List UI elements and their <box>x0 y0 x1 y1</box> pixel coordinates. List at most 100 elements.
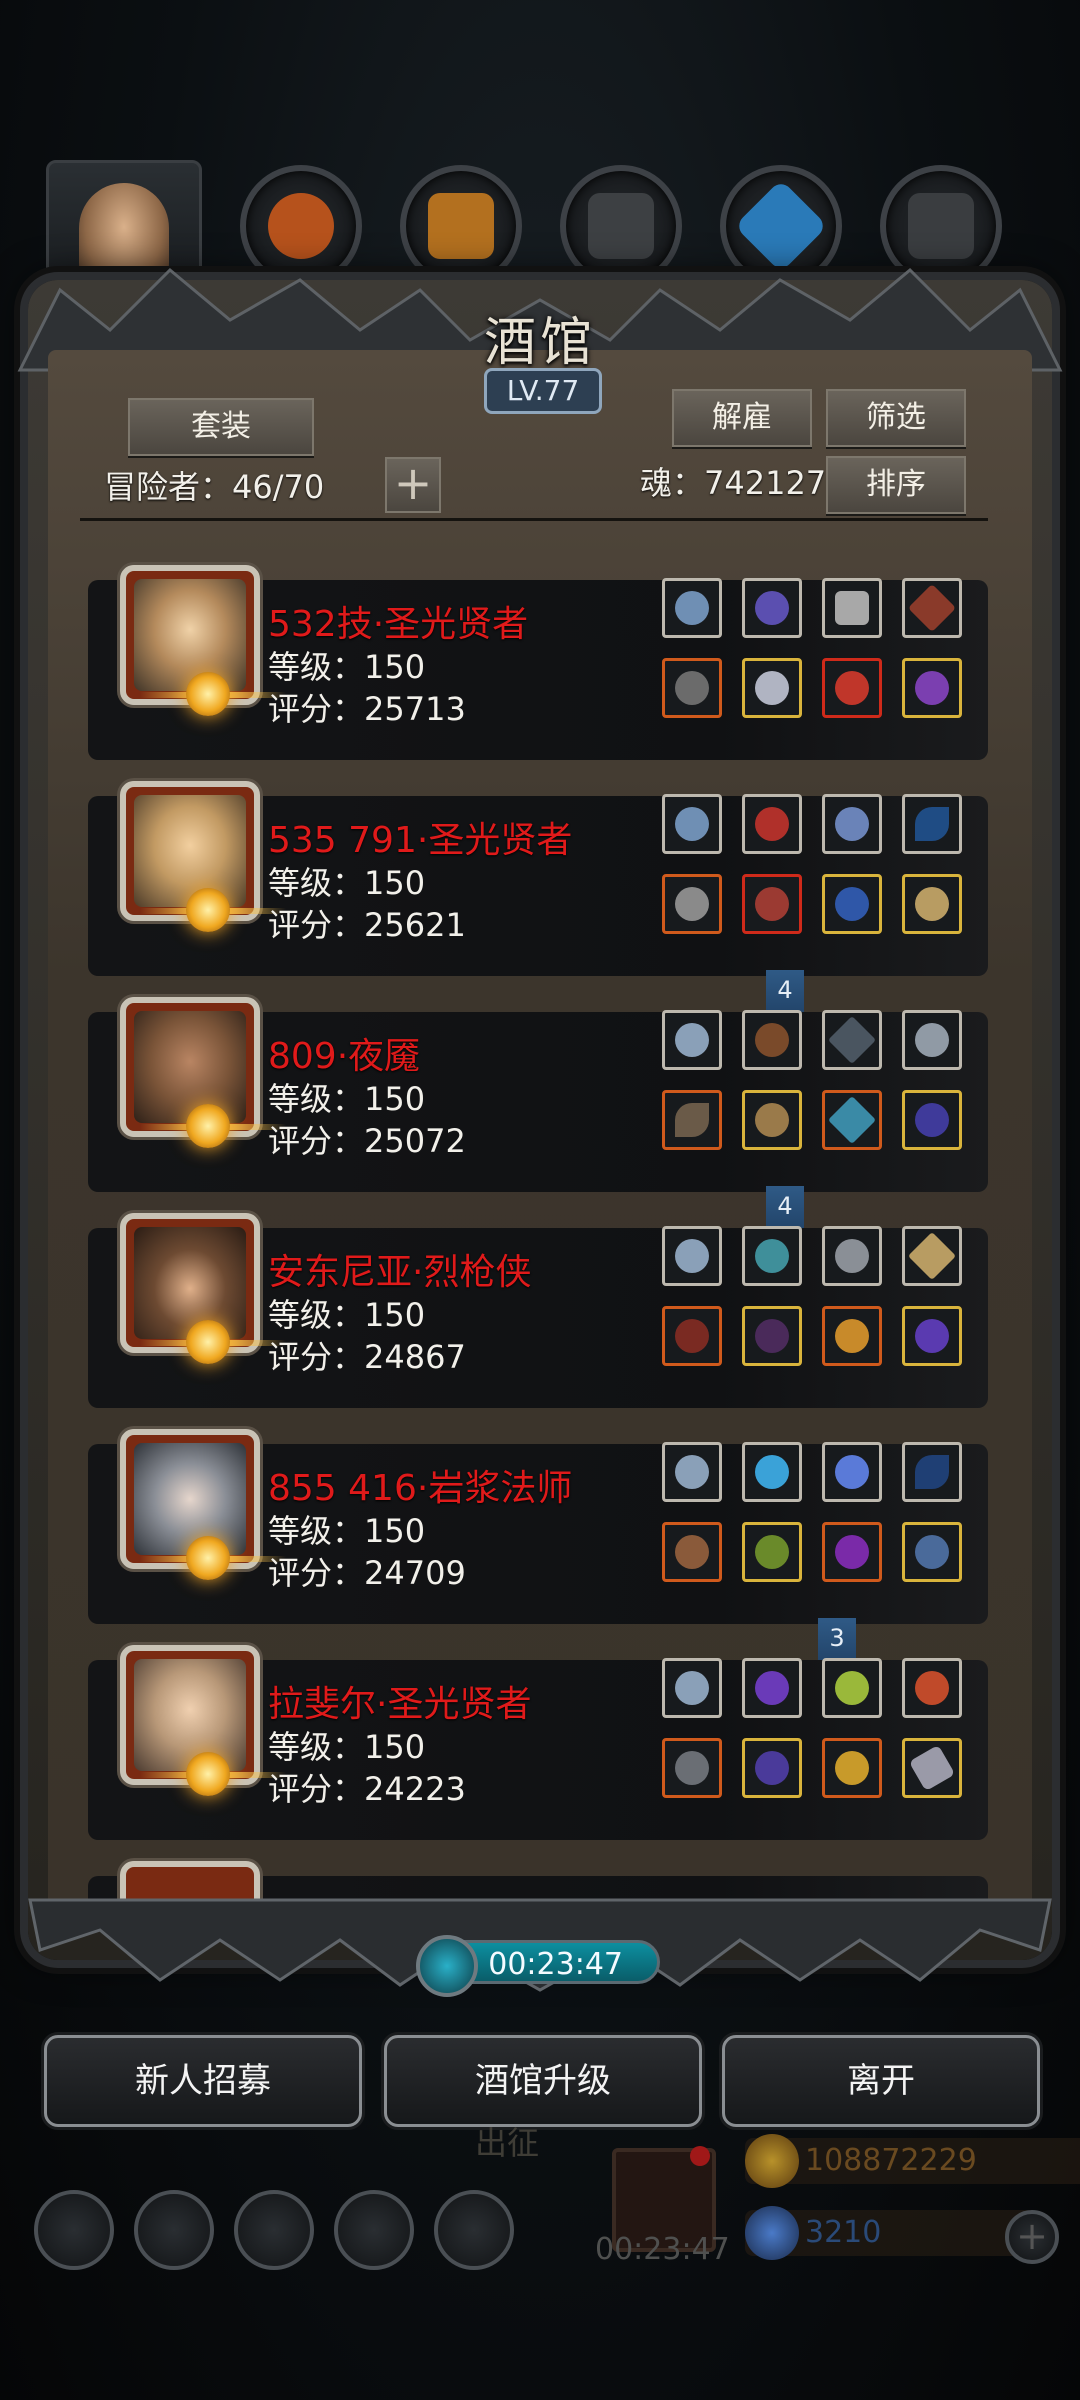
equip-slot[interactable] <box>662 1658 722 1718</box>
ring-icon <box>915 1103 949 1137</box>
leave-button[interactable]: 离开 <box>722 2035 1040 2127</box>
filter-button[interactable]: 筛选 <box>826 389 966 447</box>
staff-icon <box>675 1535 709 1569</box>
hero-card[interactable]: 安东尼亚·烈枪侠 等级：150 评分：24867 <box>88 1213 988 1408</box>
equip-slot[interactable] <box>822 1010 882 1070</box>
equip-slot[interactable] <box>822 794 882 854</box>
equip-slot[interactable] <box>902 1090 962 1150</box>
hero-card[interactable]: 855 416·岩浆法师 等级：150 评分：24709 <box>88 1429 988 1624</box>
equip-slot[interactable] <box>822 578 882 638</box>
equip-slot[interactable] <box>742 1010 802 1070</box>
equip-slot[interactable] <box>902 1226 962 1286</box>
equip-slot[interactable] <box>822 1658 882 1718</box>
equip-slot[interactable] <box>822 1226 882 1286</box>
equip-slot[interactable] <box>742 578 802 638</box>
settings-icon[interactable] <box>34 2190 114 2270</box>
add-slot-button[interactable]: + <box>385 457 441 513</box>
equip-slot[interactable] <box>662 1306 722 1366</box>
notification-dot-icon <box>690 2146 710 2166</box>
equip-slot[interactable] <box>662 1226 722 1286</box>
equip-slot[interactable] <box>822 1738 882 1798</box>
equip-slot[interactable] <box>662 1522 722 1582</box>
equip-slot[interactable] <box>902 874 962 934</box>
chest-icon <box>755 1023 789 1057</box>
gold-balance: 108872229 <box>745 2134 1080 2188</box>
equipment-slots <box>662 578 972 728</box>
equip-slot[interactable] <box>822 1090 882 1150</box>
equip-slot[interactable] <box>902 1658 962 1718</box>
equip-slot[interactable] <box>902 1522 962 1582</box>
ring-icon <box>915 1319 949 1353</box>
hero-level: 等级：150 <box>268 648 426 686</box>
book-icon[interactable] <box>234 2190 314 2270</box>
rank-badge <box>140 672 286 722</box>
equip-slot[interactable] <box>742 1442 802 1502</box>
gem-icon <box>755 1671 789 1705</box>
chest-icon <box>908 193 974 259</box>
equip-slot[interactable] <box>742 794 802 854</box>
upgrade-tavern-button[interactable]: 酒馆升级 <box>384 2035 702 2127</box>
hero-card[interactable]: 535 791·圣光贤者 等级：150 评分：25621 <box>88 781 988 976</box>
equip-slot[interactable] <box>742 1090 802 1150</box>
hero-card[interactable]: 809·夜魇 等级：150 评分：25072 <box>88 997 988 1192</box>
anvil-icon <box>588 193 654 259</box>
equip-slot[interactable] <box>822 658 882 718</box>
clock-icon <box>416 1935 478 1997</box>
armor-icon <box>755 671 789 705</box>
equip-slot[interactable] <box>902 1738 962 1798</box>
sort-button[interactable]: 排序 <box>826 456 966 514</box>
quest-icon[interactable] <box>134 2190 214 2270</box>
equip-slot[interactable] <box>742 1306 802 1366</box>
equip-slot[interactable] <box>742 1738 802 1798</box>
equip-slot[interactable] <box>902 1306 962 1366</box>
equip-slot[interactable] <box>902 578 962 638</box>
tavern-level-badge: LV.77 <box>484 368 602 414</box>
mail-icon[interactable] <box>334 2190 414 2270</box>
sword-icon <box>915 1535 949 1569</box>
divider <box>80 518 988 521</box>
lantern-icon <box>835 807 869 841</box>
gem-icon <box>755 591 789 625</box>
helmet-icon <box>675 1239 709 1273</box>
crystal-icon <box>835 1455 869 1489</box>
recruit-button[interactable]: 新人招募 <box>44 2035 362 2127</box>
equip-slot[interactable] <box>902 794 962 854</box>
hero-card[interactable]: 532技·圣光贤者 等级：150 评分：25713 <box>88 565 988 760</box>
equip-slot[interactable] <box>742 1658 802 1718</box>
hero-list[interactable]: 532技·圣光贤者 等级：150 评分：25713 535 791·圣光贤者 等… <box>48 530 1032 1910</box>
equip-slot[interactable] <box>662 658 722 718</box>
equip-slot[interactable] <box>742 1226 802 1286</box>
dagger-icon <box>675 887 709 921</box>
hero-card[interactable]: 拉斐尔·圣光贤者 等级：150 评分：24223 <box>88 1645 988 1840</box>
equip-slot[interactable] <box>902 1442 962 1502</box>
equip-slot[interactable] <box>662 578 722 638</box>
armor-icon <box>835 591 869 625</box>
dismiss-button[interactable]: 解雇 <box>672 389 812 447</box>
soul-count: 魂：742127 <box>640 464 827 502</box>
equip-slot[interactable] <box>822 874 882 934</box>
hero-level: 等级：150 <box>268 864 426 902</box>
equip-slot[interactable] <box>902 1010 962 1070</box>
equip-slot[interactable] <box>742 874 802 934</box>
equip-slot[interactable] <box>662 794 722 854</box>
equip-slot[interactable] <box>662 874 722 934</box>
equip-slot[interactable] <box>822 1522 882 1582</box>
armor-icon <box>755 887 789 921</box>
crown-icon <box>835 1319 869 1353</box>
equip-slot[interactable] <box>662 1442 722 1502</box>
suit-button[interactable]: 套装 <box>128 398 314 456</box>
amulet-icon <box>915 887 949 921</box>
hero-score: 评分：25621 <box>268 906 466 944</box>
equip-slot[interactable] <box>822 1306 882 1366</box>
equip-slot[interactable] <box>902 658 962 718</box>
equip-slot[interactable] <box>662 1090 722 1150</box>
equip-slot[interactable] <box>662 1010 722 1070</box>
equip-slot[interactable] <box>822 1442 882 1502</box>
add-currency-button[interactable]: + <box>1005 2210 1059 2264</box>
equip-slot[interactable] <box>742 658 802 718</box>
star-emblem-icon <box>186 1752 230 1796</box>
equip-slot[interactable] <box>662 1738 722 1798</box>
armor-icon <box>755 1103 789 1137</box>
map-icon[interactable] <box>434 2190 514 2270</box>
equip-slot[interactable] <box>742 1522 802 1582</box>
